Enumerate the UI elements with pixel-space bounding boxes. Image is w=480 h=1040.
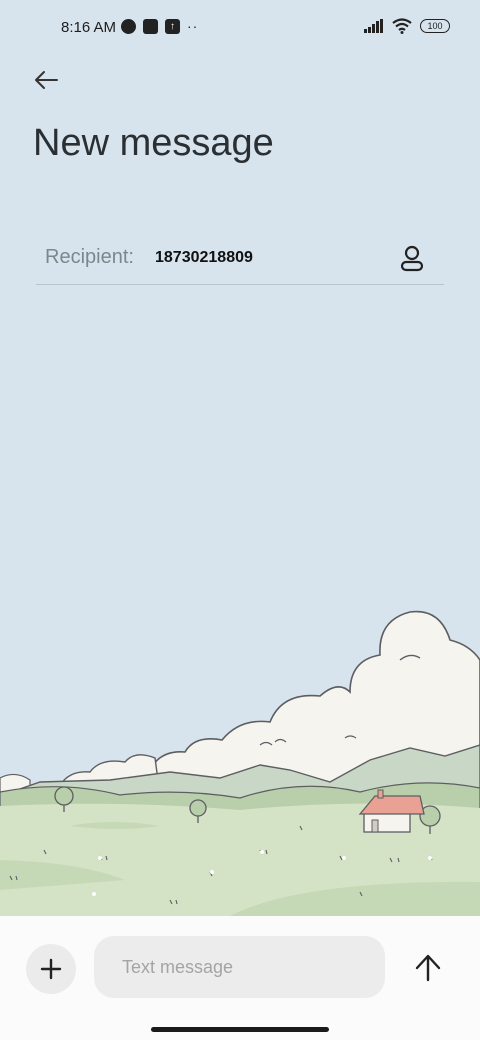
contact-picker-button[interactable]	[396, 242, 428, 274]
add-attachment-button[interactable]	[26, 944, 76, 994]
send-button[interactable]	[410, 950, 446, 986]
plus-icon	[40, 958, 62, 980]
signal-icon	[364, 19, 383, 33]
back-arrow-icon	[35, 71, 58, 89]
upload-icon: ↑	[165, 19, 180, 34]
wifi-icon	[392, 18, 412, 34]
square-app-icon	[143, 19, 158, 34]
more-dots-icon: ··	[187, 18, 199, 34]
recipient-label: Recipient:	[45, 246, 134, 268]
contact-person-icon	[400, 245, 424, 272]
battery-icon: 100	[420, 19, 450, 33]
message-input[interactable]	[94, 936, 385, 998]
system-status-icons: 100	[364, 18, 450, 34]
notification-app-icon	[121, 19, 136, 34]
landscape-illustration	[0, 610, 480, 916]
status-time: 8:16 AM	[61, 19, 117, 36]
page-title: New message	[33, 122, 274, 164]
send-arrow-icon	[415, 954, 441, 982]
home-indicator[interactable]	[151, 1027, 329, 1032]
back-button[interactable]	[28, 62, 64, 98]
recipient-value[interactable]: 18730218809	[155, 249, 253, 267]
recipient-field[interactable]: Recipient: 18730218809	[36, 232, 444, 285]
notification-icons: ↑ ··	[121, 19, 198, 34]
composer-bar	[0, 916, 480, 1040]
status-bar: 8:16 AM ↑ ·· 100	[0, 0, 480, 56]
